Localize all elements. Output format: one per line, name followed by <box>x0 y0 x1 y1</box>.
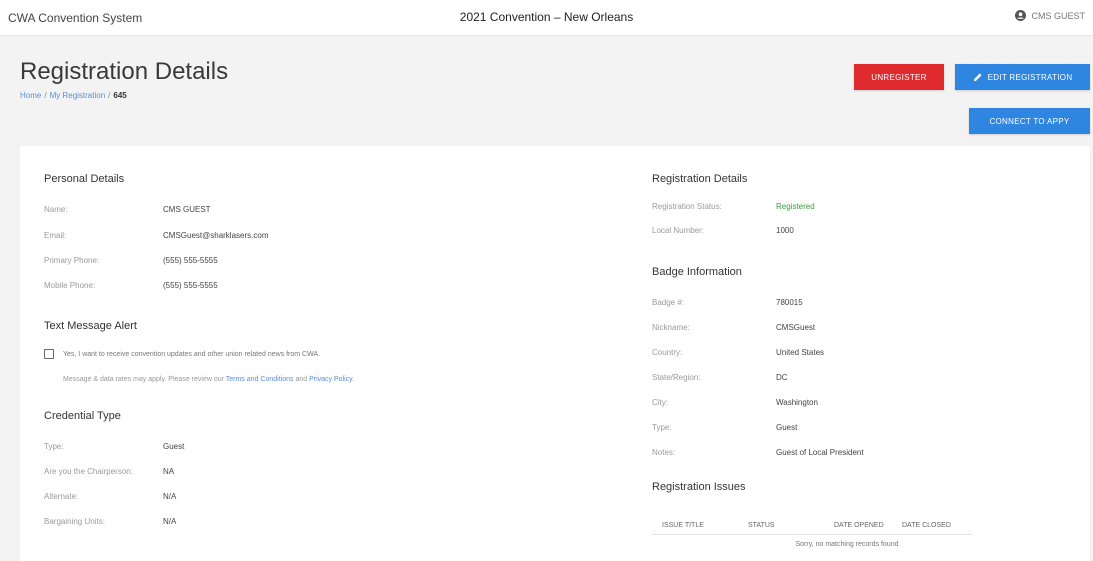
city-label: City: <box>652 398 668 407</box>
badge-number-value: 780015 <box>776 298 803 307</box>
nickname-value: CMSGuest <box>776 323 816 332</box>
chairperson-label: Are you the Chairperson: <box>44 467 133 476</box>
top-bar: CWA Convention System 2021 Convention – … <box>0 0 1093 36</box>
page-title: Registration Details <box>20 58 229 85</box>
name-value: CMS GUEST <box>163 205 211 214</box>
terms-link[interactable]: Terms and Conditions <box>226 376 294 383</box>
text-alert-title: Text Message Alert <box>44 320 137 332</box>
disclaimer-and: and <box>295 376 308 383</box>
alternate-value: N/A <box>163 492 177 501</box>
column-date-closed[interactable]: Date Closed <box>892 522 972 529</box>
chairperson-value: NA <box>163 467 175 476</box>
user-circle-icon <box>1015 10 1027 21</box>
country-value: United States <box>776 348 825 357</box>
email-value: CMSGuest@sharklasers.com <box>163 231 269 240</box>
registration-issues-title: Registration Issues <box>652 481 746 493</box>
unregister-label: UNREGISTER <box>871 72 927 82</box>
nickname-label: Nickname: <box>652 323 690 332</box>
credential-type-label: Type: <box>44 442 64 451</box>
bargaining-units-value: N/A <box>163 517 177 526</box>
issues-table-header: Issue Title Status Date Opened Date Clos… <box>652 517 972 535</box>
unregister-button[interactable]: UNREGISTER <box>854 64 944 90</box>
connect-to-appy-button[interactable]: CONNECT TO APPY <box>969 108 1090 134</box>
badge-information-title: Badge Information <box>652 266 742 278</box>
text-alert-disclaimer: Message & data rates may apply. Please r… <box>63 376 354 383</box>
edit-registration-label: EDIT REGISTRATION <box>987 72 1073 82</box>
column-date-opened[interactable]: Date Opened <box>812 522 892 529</box>
registration-status-value: Registered <box>776 202 815 211</box>
breadcrumb: Home / My Registration/645 <box>20 91 127 100</box>
connect-label: CONNECT TO APPY <box>989 116 1070 126</box>
badge-type-value: Guest <box>776 423 798 432</box>
city-value: Washington <box>776 398 818 407</box>
badge-type-label: Type: <box>652 423 672 432</box>
bargaining-units-label: Bargaining Units: <box>44 517 105 526</box>
badge-number-label: Badge #: <box>652 298 685 307</box>
primary-phone-value: (555) 555-5555 <box>163 256 218 265</box>
country-label: Country: <box>652 348 683 357</box>
mobile-phone-value: (555) 555-5555 <box>163 281 218 290</box>
breadcrumb-current: 645 <box>113 91 127 100</box>
registration-details-title: Registration Details <box>652 173 748 185</box>
registration-status-label: Registration Status: <box>652 202 722 211</box>
mobile-phone-label: Mobile Phone: <box>44 281 96 290</box>
state-region-value: DC <box>776 373 788 382</box>
user-name: CMS GUEST <box>1031 10 1085 21</box>
disclaimer-text: Message & data rates may apply. Please r… <box>63 376 224 383</box>
user-menu[interactable]: CMS GUEST <box>1015 10 1085 21</box>
name-label: Name: <box>44 205 68 214</box>
local-number-value: 1000 <box>776 226 794 235</box>
credential-type-title: Credential Type <box>44 410 121 422</box>
notes-label: Notes: <box>652 448 676 457</box>
column-issue-title[interactable]: Issue Title <box>652 522 734 529</box>
privacy-link[interactable]: Privacy Policy. <box>309 376 354 383</box>
text-alert-checkbox[interactable] <box>44 349 54 359</box>
personal-details-title: Personal Details <box>44 173 125 185</box>
text-alert-consent[interactable]: Yes, I want to receive convention update… <box>63 351 320 358</box>
convention-title: 2021 Convention – New Orleans <box>459 10 634 24</box>
primary-phone-label: Primary Phone: <box>44 256 100 265</box>
breadcrumb-my-registration[interactable]: My Registration <box>50 91 106 100</box>
breadcrumb-separator: / <box>108 91 111 100</box>
issues-table: Issue Title Status Date Opened Date Clos… <box>652 517 972 548</box>
column-status[interactable]: Status <box>734 522 812 529</box>
state-region-label: State/Region: <box>652 373 701 382</box>
edit-registration-button[interactable]: EDIT REGISTRATION <box>955 64 1090 90</box>
issues-empty-message: Sorry, no matching records found <box>795 541 899 548</box>
credential-type-value: Guest <box>163 442 185 451</box>
pencil-icon <box>973 73 982 81</box>
local-number-label: Local Number: <box>652 226 705 235</box>
breadcrumb-home[interactable]: Home <box>20 91 41 100</box>
notes-value: Guest of Local President <box>776 448 864 457</box>
alternate-label: Alternate: <box>44 492 79 501</box>
email-label: Email: <box>44 231 67 240</box>
breadcrumb-separator: / <box>44 91 47 100</box>
